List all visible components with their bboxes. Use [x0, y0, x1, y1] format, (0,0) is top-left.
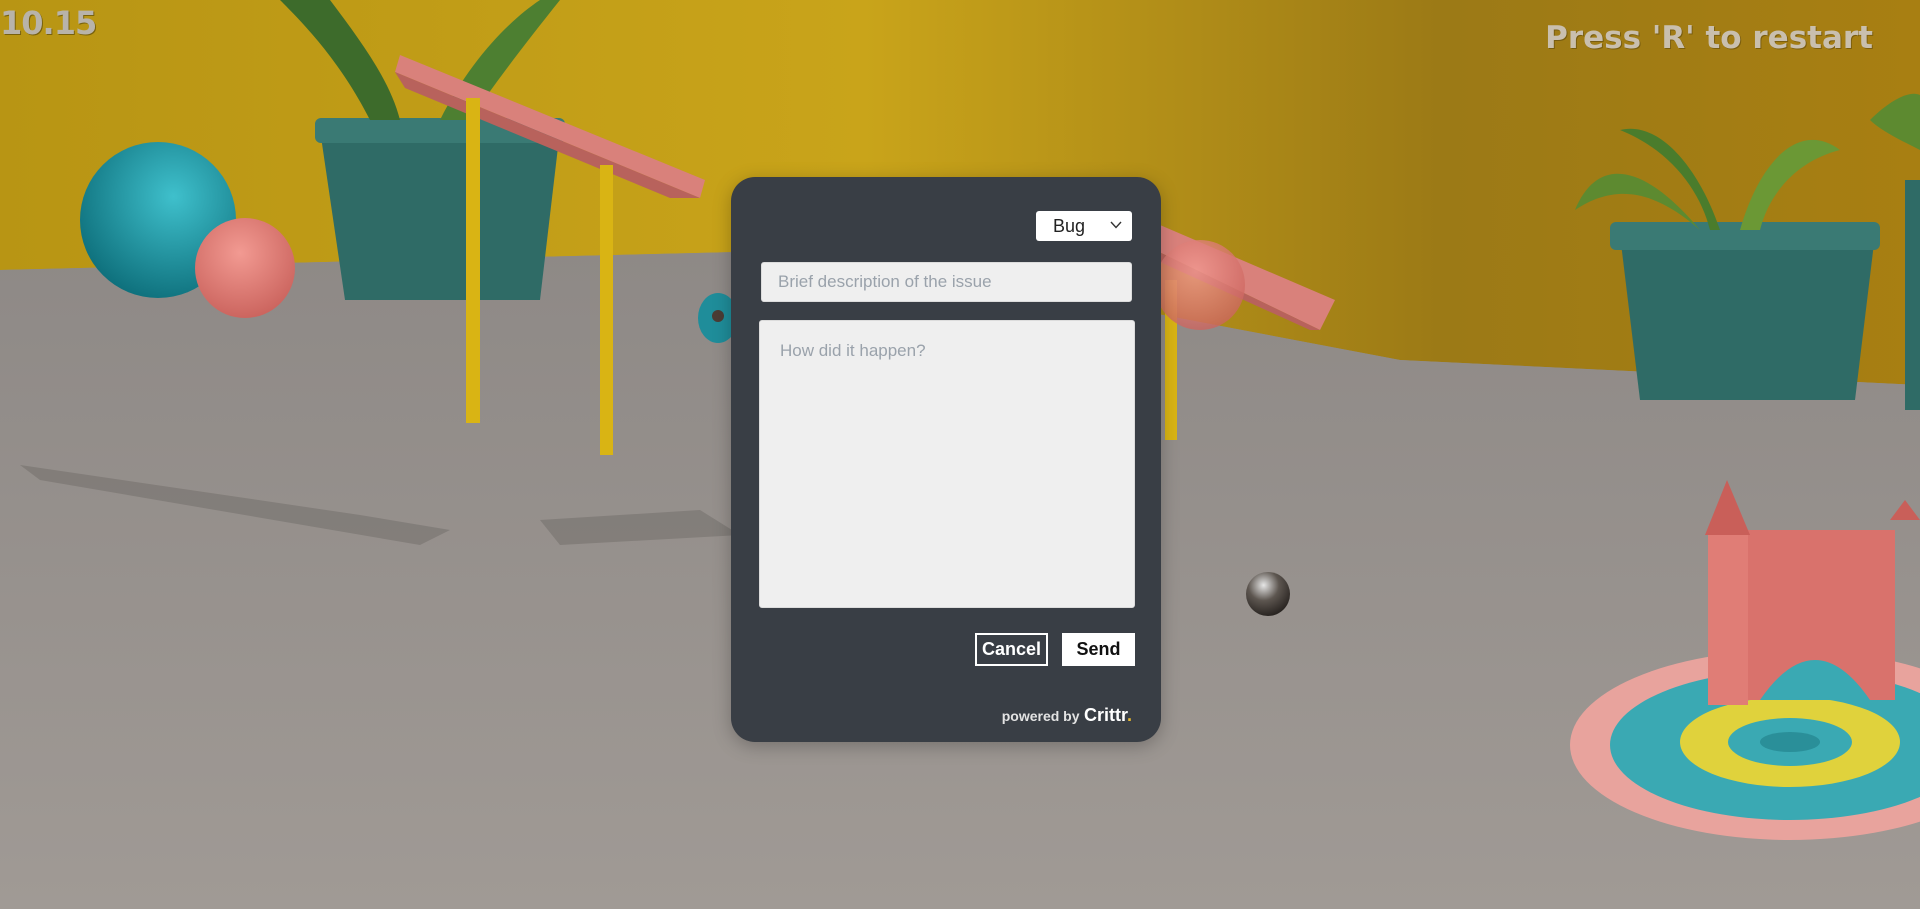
timer-display: 10.15 [0, 4, 97, 42]
crittr-logo: Crittr [1083, 705, 1127, 725]
pink-ball [195, 218, 295, 318]
cancel-button[interactable]: Cancel [975, 633, 1048, 666]
details-textarea[interactable] [759, 320, 1135, 608]
send-button[interactable]: Send [1062, 633, 1135, 666]
summary-input[interactable] [761, 262, 1132, 302]
crittr-logo-dot: . [1126, 705, 1132, 725]
restart-hint: Press 'R' to restart [1545, 20, 1873, 56]
feedback-dialog: Bug Cancel Send powered by Crittr. [731, 177, 1161, 742]
issue-type-value: Bug [1053, 216, 1086, 236]
chevron-down-icon [1110, 221, 1122, 229]
powered-by-footer: powered by Crittr. [1002, 705, 1132, 726]
powered-by-label: powered by [1001, 708, 1080, 724]
issue-type-select[interactable]: Bug [1036, 211, 1132, 241]
marble [1246, 572, 1290, 616]
